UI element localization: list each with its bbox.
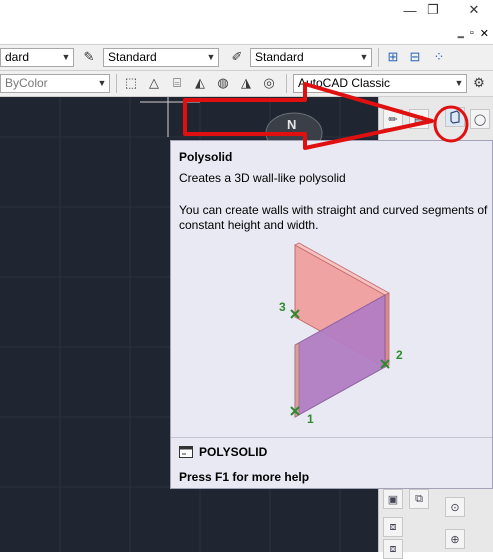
polysolid-button[interactable]: [445, 107, 465, 127]
extrude-icon[interactable]: ▣: [383, 489, 403, 509]
doc-minimize-icon[interactable]: ‗: [458, 27, 464, 39]
point-label-1: 1: [307, 412, 314, 426]
styles-toolbar: dard ▼ ✎ Standard ▼ ✐ Standard ▼ ⊞ ⊟ ⁘: [0, 44, 493, 71]
text-style-icon[interactable]: ✎: [80, 48, 98, 66]
workspace-combo[interactable]: AutoCAD Classic ▼: [293, 74, 467, 93]
color-combo[interactable]: ByColor ▼: [0, 74, 110, 93]
table-style-icon[interactable]: ⊞: [384, 48, 402, 66]
copy-icon[interactable]: ⧉: [409, 489, 429, 509]
point-label-2: 2: [396, 348, 403, 362]
chevron-down-icon: ▼: [357, 49, 371, 66]
style-combo[interactable]: dard ▼: [0, 48, 74, 67]
cone-icon[interactable]: △: [145, 74, 163, 92]
tooltip-help-hint: Press F1 for more help: [179, 470, 310, 484]
close-button[interactable]: ✕: [455, 0, 493, 20]
orbit-icon[interactable]: ⊕: [445, 529, 465, 549]
text-style-combo[interactable]: Standard ▼: [103, 48, 219, 67]
document-window-controls: ‗ ▫ ✕: [415, 24, 493, 42]
dimension-style-combo[interactable]: Standard ▼: [250, 48, 372, 67]
pencil-icon[interactable]: ✏: [383, 109, 403, 129]
wedge-icon[interactable]: ◭: [191, 74, 209, 92]
tooltip-subtitle: Creates a 3D wall-like polysolid: [179, 171, 346, 185]
workspace-settings-icon[interactable]: ⚙: [470, 74, 488, 92]
toolbar-separator: [116, 74, 117, 93]
tooltip-command: POLYSOLID: [179, 445, 267, 459]
layers-icon[interactable]: ⧈: [383, 517, 403, 537]
torus-icon[interactable]: ◎: [260, 74, 278, 92]
dimension-style-icon[interactable]: ✐: [228, 48, 246, 66]
compass-north-label: N: [287, 117, 297, 132]
doc-restore-icon[interactable]: ▫: [470, 27, 474, 39]
multileader-style-icon[interactable]: ⊟: [406, 48, 424, 66]
command-line-icon: [179, 446, 193, 458]
stack-icon[interactable]: ⧈: [383, 539, 403, 559]
pyramid-icon[interactable]: ◮: [237, 74, 255, 92]
polysolid-icon: [450, 110, 460, 124]
chevron-down-icon: ▼: [59, 49, 73, 66]
restore-button[interactable]: ❐: [418, 0, 448, 20]
tooltip-title: Polysolid: [179, 150, 233, 164]
toolbar-separator: [378, 48, 379, 67]
tooltip-divider: [171, 437, 492, 438]
toolbar-separator: [286, 74, 287, 93]
union-icon[interactable]: ⊙: [445, 497, 465, 517]
tooltip-description: You can create walls with straight and c…: [179, 203, 488, 232]
viewcube-compass[interactable]: N: [264, 103, 324, 154]
polysolid-illustration: 3 2 1: [279, 242, 403, 426]
cylinder-icon[interactable]: ⌸: [168, 74, 186, 92]
point-label-3: 3: [279, 300, 286, 314]
properties-toolbar: ByColor ▼ ⬚ △ ⌸ ◭ ◍ ◮ ◎ AutoCAD Classic …: [0, 71, 493, 97]
chevron-down-icon: ▼: [95, 75, 109, 92]
layout-icon[interactable]: ⁘: [430, 48, 448, 66]
polysolid-tooltip: Polysolid Creates a 3D wall-like polysol…: [170, 140, 493, 489]
chevron-down-icon: ▼: [452, 75, 466, 92]
sphere-icon[interactable]: ◍: [214, 74, 232, 92]
cube-icon[interactable]: ▤: [409, 109, 429, 129]
doc-close-icon[interactable]: ✕: [480, 27, 489, 40]
window-titlebar: — ❐ ✕: [0, 0, 493, 22]
intersect-icon[interactable]: ◯: [470, 109, 490, 129]
chevron-down-icon: ▼: [204, 49, 218, 66]
box-icon[interactable]: ⬚: [122, 74, 140, 92]
